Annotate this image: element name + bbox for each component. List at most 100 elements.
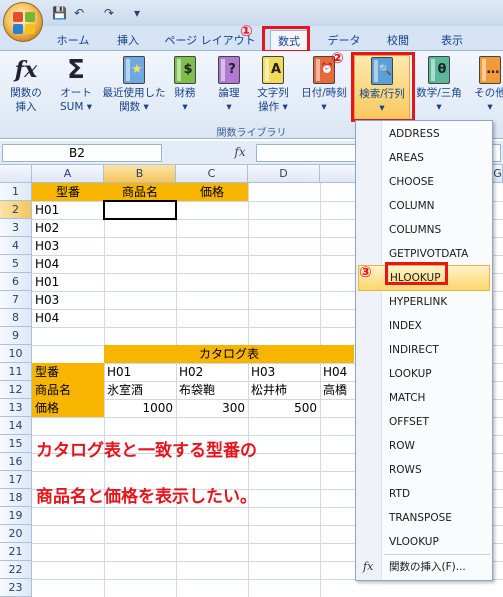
catalog-code[interactable]: H02 [176,363,248,381]
row-header[interactable]: 3 [0,219,32,237]
row-header[interactable]: 20 [0,525,32,543]
header-cell-model[interactable]: 型番 [32,183,104,201]
tab-view[interactable]: 表示 [432,30,472,51]
catalog-name[interactable]: 松井柿 [248,381,320,399]
row-header[interactable]: 17 [0,471,32,489]
row-header[interactable]: 4 [0,237,32,255]
catalog-code[interactable]: H01 [104,363,176,381]
more-functions-button[interactable]: … その他 ▾ [468,55,503,121]
menu-item-index[interactable]: INDEX [389,314,489,338]
table-cell[interactable]: H03 [32,291,104,309]
row-header[interactable]: 1 [0,183,32,201]
table-cell[interactable]: H01 [32,201,104,219]
fx-icon[interactable]: fx [232,145,248,161]
column-header-g[interactable]: G [493,165,503,183]
menu-item-rtd[interactable]: RTD [389,482,489,506]
row-header[interactable]: 21 [0,543,32,561]
table-cell[interactable]: H01 [32,273,104,291]
menu-item-offset[interactable]: OFFSET [389,410,489,434]
tab-review[interactable]: 校閲 [378,30,418,51]
row-header[interactable]: 7 [0,291,32,309]
catalog-price[interactable]: 500 [248,399,320,417]
save-icon[interactable]: 💾 [52,4,67,22]
row-header[interactable]: 16 [0,453,32,471]
menu-gutter [356,121,382,580]
menu-item-address[interactable]: ADDRESS [389,122,489,146]
office-button[interactable] [3,2,43,42]
insert-function-button[interactable]: fx 関数の 挿入 [0,55,52,121]
office-logo-icon [13,12,35,34]
catalog-code[interactable]: H03 [248,363,320,381]
active-cell-b2[interactable] [103,200,177,220]
catalog-label-model[interactable]: 型番 [32,363,104,381]
row-header[interactable]: 22 [0,561,32,579]
row-header[interactable]: 6 [0,273,32,291]
redo-icon[interactable]: ↷ [104,4,114,22]
autosum-button[interactable]: Σ オート SUM ▾ [50,55,102,121]
text-button[interactable]: A 文字列 操作 ▾ [248,55,298,121]
logical-button[interactable]: ? 論理 ▾ [206,55,252,121]
menu-item-choose[interactable]: CHOOSE [389,170,489,194]
name-box[interactable]: B2 [2,144,162,162]
table-cell[interactable]: H04 [32,255,104,273]
fx-icon: fx [363,560,374,573]
catalog-price[interactable]: 300 [176,399,248,417]
tab-data[interactable]: データ [322,30,366,51]
catalog-name[interactable]: 氷室酒 [104,381,176,399]
button-label: 日付/時刻 [301,87,347,99]
menu-item-row[interactable]: ROW [389,434,489,458]
row-header[interactable]: 12 [0,381,32,399]
menu-item-rows[interactable]: ROWS [389,458,489,482]
catalog-label-price[interactable]: 価格 [32,399,104,417]
tab-insert[interactable]: 挿入 [108,30,148,51]
column-header-d[interactable]: D [248,165,320,183]
row-header[interactable]: 23 [0,579,32,597]
recently-used-button[interactable]: ★ 最近使用した 関数 ▾ [102,55,166,121]
financial-button[interactable]: $ 財務 ▾ [162,55,208,121]
row-header[interactable]: 14 [0,417,32,435]
menu-item-indirect[interactable]: INDIRECT [389,338,489,362]
header-cell-price[interactable]: 価格 [176,183,248,201]
column-header-b[interactable]: B [104,165,176,183]
catalog-name[interactable]: 高橋 [320,381,356,399]
tab-home[interactable]: ホーム [50,30,96,51]
row-header[interactable]: 2 [0,201,32,219]
table-cell[interactable]: H02 [32,219,104,237]
catalog-price[interactable]: 1000 [104,399,176,417]
header-cell-product-name[interactable]: 商品名 [104,183,176,201]
catalog-code[interactable]: H04 [320,363,356,381]
row-header[interactable]: 11 [0,363,32,381]
table-cell[interactable]: H03 [32,237,104,255]
row-header[interactable]: 18 [0,489,32,507]
row-header[interactable]: 13 [0,399,32,417]
menu-item-transpose[interactable]: TRANSPOSE [389,506,489,530]
logical-book-icon: ? [214,55,244,85]
column-header-a[interactable]: A [32,165,104,183]
row-header[interactable]: 19 [0,507,32,525]
row-header[interactable]: 10 [0,345,32,363]
table-cell[interactable]: H04 [32,309,104,327]
menu-item-hyperlink[interactable]: HYPERLINK [389,290,489,314]
column-header-c[interactable]: C [176,165,248,183]
button-label: 財務 [174,87,196,99]
row-header[interactable]: 15 [0,435,32,453]
customize-toolbar-icon[interactable]: ▾ [134,4,140,22]
catalog-title[interactable]: カタログ表 [104,345,354,363]
menu-item-insert-function[interactable]: 関数の挿入(F)... [389,555,489,579]
menu-item-lookup[interactable]: LOOKUP [389,362,489,386]
menu-item-areas[interactable]: AREAS [389,146,489,170]
row-header[interactable]: 8 [0,309,32,327]
menu-item-vlookup[interactable]: VLOOKUP [389,530,489,554]
math-trig-button[interactable]: θ 数学/三角 ▾ [410,55,468,121]
select-all-corner[interactable] [0,165,32,183]
row-header[interactable]: 9 [0,327,32,345]
menu-item-columns[interactable]: COLUMNS [389,218,489,242]
menu-item-column[interactable]: COLUMN [389,194,489,218]
button-label: 論理 [218,87,240,99]
catalog-name[interactable]: 布袋鞄 [176,381,248,399]
undo-icon[interactable]: ↶ [74,4,84,22]
button-label: ▾ [226,101,232,113]
menu-item-match[interactable]: MATCH [389,386,489,410]
catalog-label-name[interactable]: 商品名 [32,381,104,399]
row-header[interactable]: 5 [0,255,32,273]
